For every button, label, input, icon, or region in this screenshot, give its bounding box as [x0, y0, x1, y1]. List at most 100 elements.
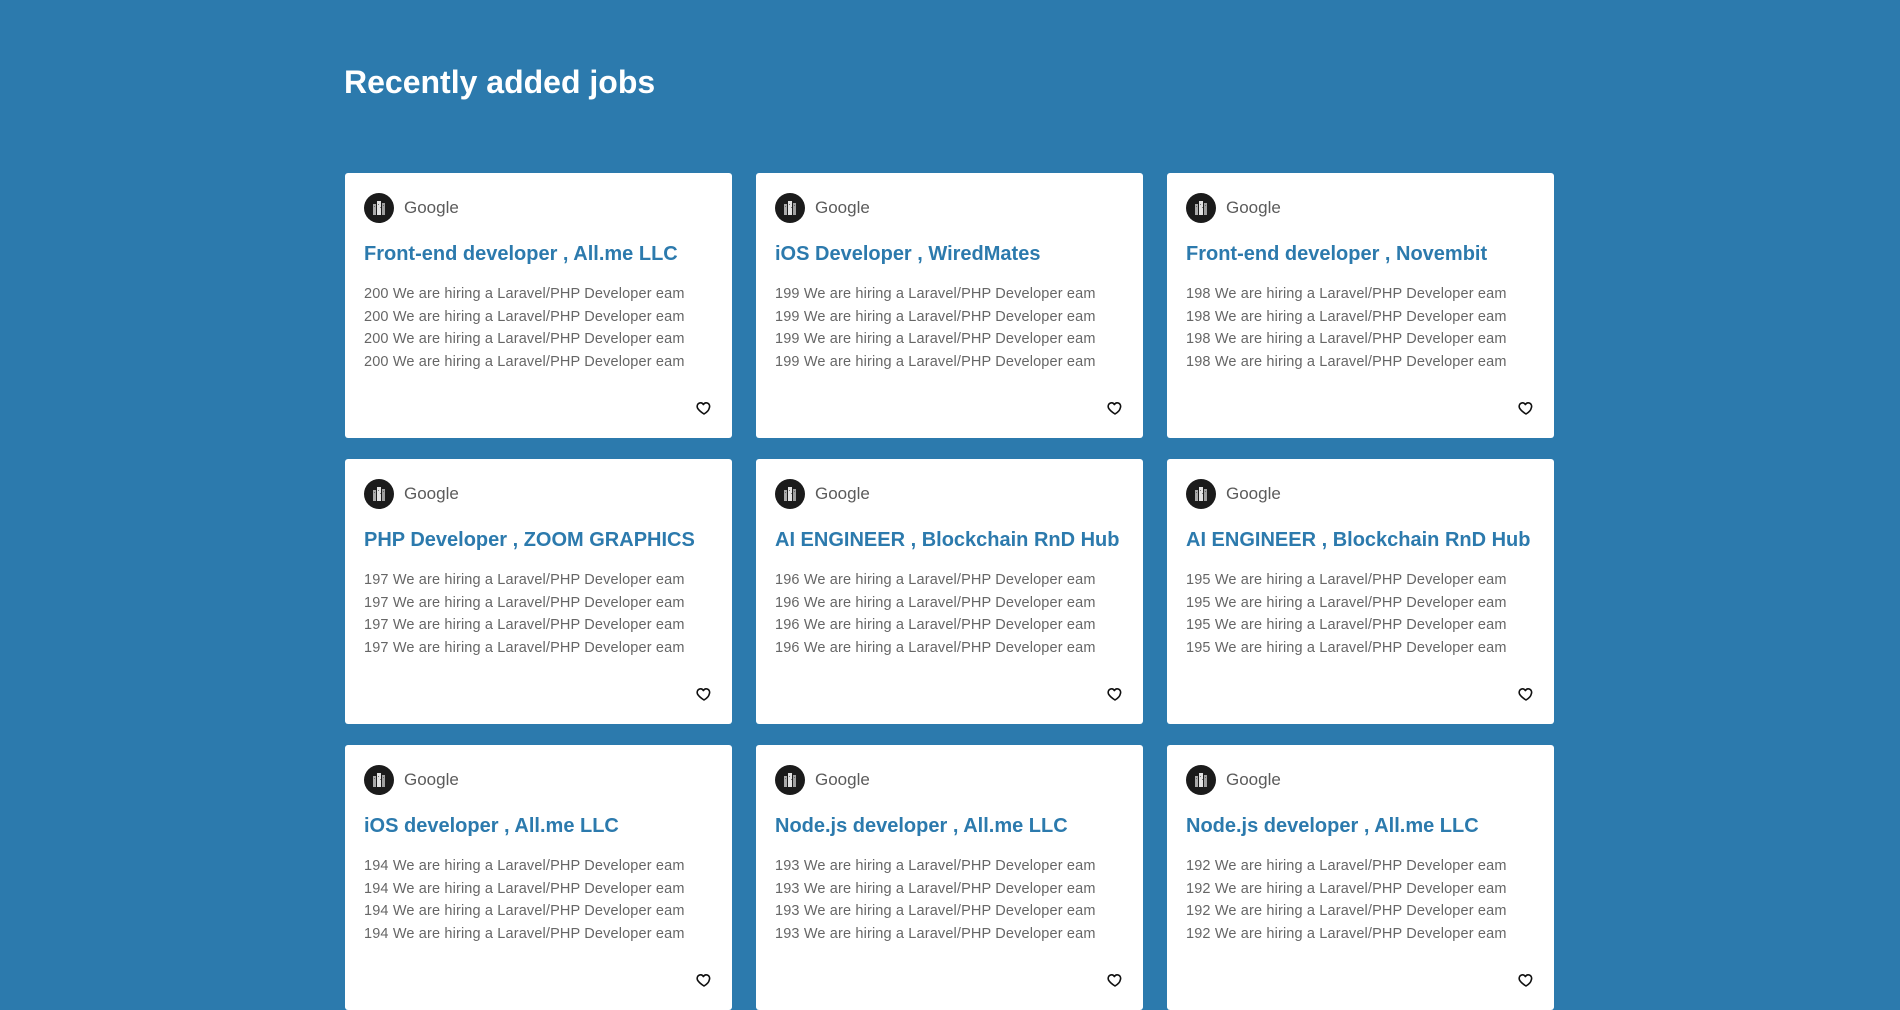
company-logo: [1186, 765, 1216, 795]
heart-icon: [696, 686, 712, 702]
job-title[interactable]: Node.js developer , All.me LLC: [775, 814, 1124, 838]
description-line: 198 We are hiring a Laravel/PHP Develope…: [1186, 308, 1507, 325]
description-line: 199 We are hiring a Laravel/PHP Develope…: [775, 353, 1096, 370]
description-line: 193 We are hiring a Laravel/PHP Develope…: [775, 903, 1096, 919]
description-line: 192 We are hiring a Laravel/PHP Develope…: [1186, 903, 1507, 919]
job-description: 199 We are hiring a Laravel/PHP Develope…: [775, 283, 1124, 373]
heart-icon: [1107, 972, 1123, 988]
favorite-button[interactable]: [695, 685, 713, 703]
description-line: 199 We are hiring a Laravel/PHP Develope…: [775, 308, 1096, 325]
job-card[interactable]: Google Node.js developer , All.me LLC 19…: [756, 745, 1143, 1010]
job-card[interactable]: Google Node.js developer , All.me LLC 19…: [1167, 745, 1554, 1010]
heart-icon: [1107, 686, 1123, 702]
job-description: 194 We are hiring a Laravel/PHP Develope…: [364, 855, 713, 945]
description-line: 200 We are hiring a Laravel/PHP Develope…: [364, 353, 685, 370]
company-logo: [364, 193, 394, 223]
description-line: 196 We are hiring a Laravel/PHP Develope…: [775, 594, 1096, 611]
description-line: 194 We are hiring a Laravel/PHP Develope…: [364, 858, 685, 874]
favorite-button[interactable]: [1106, 685, 1124, 703]
description-line: 197 We are hiring a Laravel/PHP Develope…: [364, 639, 685, 656]
company-logo: [775, 479, 805, 509]
description-line: 193 We are hiring a Laravel/PHP Develope…: [775, 858, 1096, 874]
company-name: Google: [1226, 770, 1281, 789]
description-line: 199 We are hiring a Laravel/PHP Develope…: [775, 331, 1096, 347]
company-logo: [775, 193, 805, 223]
description-line: 199 We are hiring a Laravel/PHP Develope…: [775, 286, 1096, 302]
description-line: 194 We are hiring a Laravel/PHP Develope…: [364, 880, 685, 897]
description-line: 194 We are hiring a Laravel/PHP Develope…: [364, 903, 685, 919]
job-title[interactable]: Front-end developer , All.me LLC: [364, 242, 713, 266]
favorite-button[interactable]: [695, 971, 713, 989]
job-card[interactable]: Google AI ENGINEER , Blockchain RnD Hub …: [756, 459, 1143, 724]
favorite-button[interactable]: [695, 399, 713, 417]
page-title: Recently added jobs: [344, 64, 656, 100]
jobs-grid: Google Front-end developer , All.me LLC …: [345, 173, 1555, 1010]
job-description: 195 We are hiring a Laravel/PHP Develope…: [1186, 569, 1535, 659]
company-logo: [775, 765, 805, 795]
favorite-button[interactable]: [1106, 399, 1124, 417]
description-line: 192 We are hiring a Laravel/PHP Develope…: [1186, 925, 1507, 942]
description-line: 198 We are hiring a Laravel/PHP Develope…: [1186, 353, 1507, 370]
description-line: 197 We are hiring a Laravel/PHP Develope…: [364, 617, 685, 633]
company-logo: [364, 479, 394, 509]
description-line: 196 We are hiring a Laravel/PHP Develope…: [775, 617, 1096, 633]
job-title[interactable]: iOS developer , All.me LLC: [364, 814, 713, 838]
job-title[interactable]: AI ENGINEER , Blockchain RnD Hub: [1186, 528, 1535, 552]
company-logo: [1186, 479, 1216, 509]
heart-icon: [696, 400, 712, 416]
description-line: 195 We are hiring a Laravel/PHP Develope…: [1186, 617, 1507, 633]
favorite-button[interactable]: [1517, 399, 1535, 417]
description-line: 197 We are hiring a Laravel/PHP Develope…: [364, 594, 685, 611]
job-description: 193 We are hiring a Laravel/PHP Develope…: [775, 855, 1124, 945]
description-line: 198 We are hiring a Laravel/PHP Develope…: [1186, 286, 1507, 302]
company-row: Google: [364, 479, 713, 509]
job-title[interactable]: Front-end developer , Novembit: [1186, 242, 1535, 266]
favorite-button[interactable]: [1106, 971, 1124, 989]
heart-icon: [696, 972, 712, 988]
description-line: 192 We are hiring a Laravel/PHP Develope…: [1186, 880, 1507, 897]
description-line: 200 We are hiring a Laravel/PHP Develope…: [364, 286, 685, 302]
description-line: 195 We are hiring a Laravel/PHP Develope…: [1186, 639, 1507, 656]
company-row: Google: [775, 765, 1124, 795]
heart-icon: [1518, 972, 1534, 988]
job-description: 198 We are hiring a Laravel/PHP Develope…: [1186, 283, 1535, 373]
description-line: 192 We are hiring a Laravel/PHP Develope…: [1186, 858, 1507, 874]
company-row: Google: [1186, 765, 1535, 795]
job-card[interactable]: Google iOS Developer , WiredMates 199 We…: [756, 173, 1143, 438]
job-card[interactable]: Google Front-end developer , All.me LLC …: [345, 173, 732, 438]
description-line: 195 We are hiring a Laravel/PHP Develope…: [1186, 572, 1507, 588]
company-name: Google: [404, 770, 459, 789]
heart-icon: [1518, 686, 1534, 702]
job-title[interactable]: iOS Developer , WiredMates: [775, 242, 1124, 266]
company-name: Google: [404, 198, 459, 217]
job-title[interactable]: PHP Developer , ZOOM GRAPHICS: [364, 528, 713, 552]
description-line: 196 We are hiring a Laravel/PHP Develope…: [775, 639, 1096, 656]
job-card[interactable]: Google Front-end developer , Novembit 19…: [1167, 173, 1554, 438]
company-name: Google: [404, 484, 459, 503]
company-row: Google: [1186, 479, 1535, 509]
job-card[interactable]: Google AI ENGINEER , Blockchain RnD Hub …: [1167, 459, 1554, 724]
company-row: Google: [775, 479, 1124, 509]
favorite-button[interactable]: [1517, 971, 1535, 989]
company-logo: [364, 765, 394, 795]
description-line: 196 We are hiring a Laravel/PHP Develope…: [775, 572, 1096, 588]
description-line: 197 We are hiring a Laravel/PHP Develope…: [364, 572, 685, 588]
company-row: Google: [775, 193, 1124, 223]
company-name: Google: [1226, 484, 1281, 503]
job-card[interactable]: Google iOS developer , All.me LLC 194 We…: [345, 745, 732, 1010]
description-line: 193 We are hiring a Laravel/PHP Develope…: [775, 880, 1096, 897]
description-line: 200 We are hiring a Laravel/PHP Develope…: [364, 308, 685, 325]
job-title[interactable]: Node.js developer , All.me LLC: [1186, 814, 1535, 838]
job-title[interactable]: AI ENGINEER , Blockchain RnD Hub: [775, 528, 1124, 552]
description-line: 200 We are hiring a Laravel/PHP Develope…: [364, 331, 685, 347]
favorite-button[interactable]: [1517, 685, 1535, 703]
company-row: Google: [364, 765, 713, 795]
job-description: 197 We are hiring a Laravel/PHP Develope…: [364, 569, 713, 659]
job-card[interactable]: Google PHP Developer , ZOOM GRAPHICS 197…: [345, 459, 732, 724]
company-name: Google: [1226, 198, 1281, 217]
company-name: Google: [815, 198, 870, 217]
heart-icon: [1107, 400, 1123, 416]
job-description: 192 We are hiring a Laravel/PHP Develope…: [1186, 855, 1535, 945]
company-row: Google: [364, 193, 713, 223]
company-name: Google: [815, 770, 870, 789]
